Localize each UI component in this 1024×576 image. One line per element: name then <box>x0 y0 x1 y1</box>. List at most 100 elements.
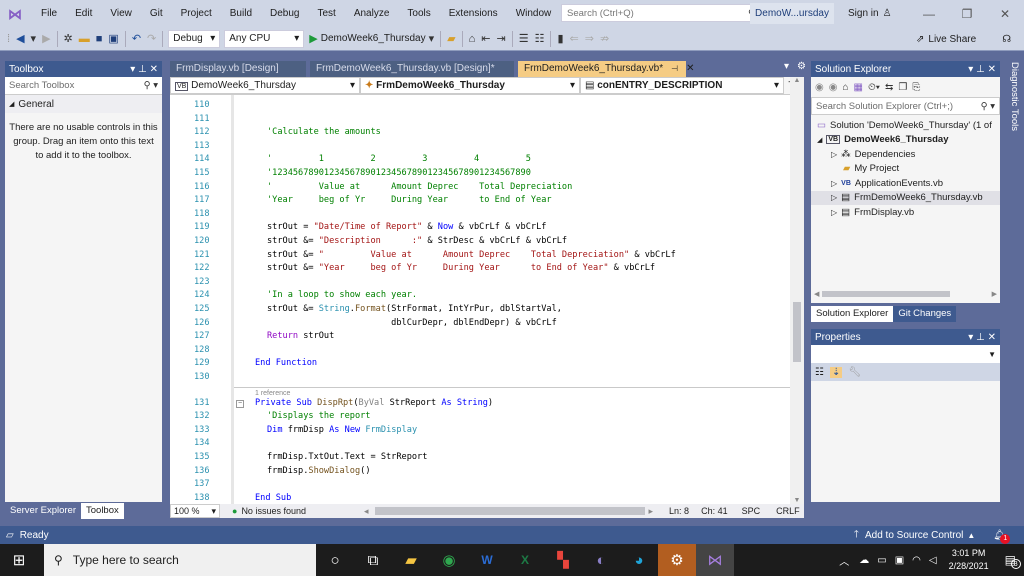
add-to-source-control-button[interactable]: Add to Source Control <box>865 530 963 541</box>
dropdown-icon[interactable]: ▾ <box>968 64 973 75</box>
start-icon[interactable]: ▶ <box>306 27 320 51</box>
back-icon[interactable]: ◉ <box>815 82 824 93</box>
tab-frmdemoweek6-code[interactable]: FrmDemoWeek6_Thursday.vb* ⊣ ✕ <box>518 61 694 77</box>
code-line[interactable]: dblCurDepr, dblEndDepr) & vbCrLf <box>267 318 557 328</box>
restore-button[interactable]: ❐ <box>948 0 986 27</box>
file-explorer-icon[interactable]: ▰ <box>392 544 430 576</box>
code-line[interactable]: 'Year beg of Yr During Year to End of Ye… <box>267 195 552 205</box>
bookmark-icon[interactable]: ▮ <box>554 27 566 51</box>
forward-icon[interactable]: ▶ <box>39 27 53 51</box>
tab-toolbox[interactable]: Toolbox <box>81 503 124 519</box>
code-line[interactable]: Private Sub DispRpt(ByVal StrReport As S… <box>255 398 493 408</box>
solution-name-badge[interactable]: DemoW...ursday <box>750 3 834 24</box>
word-icon[interactable]: W <box>468 544 506 576</box>
close-icon[interactable]: ✕ <box>988 332 996 343</box>
editor-vertical-scrollbar[interactable]: ▲ ▼ <box>790 77 804 504</box>
code-line[interactable]: strOut &= "Description :" & StrDesc & vb… <box>267 236 567 246</box>
dropdown-icon[interactable]: ▾ <box>130 64 135 75</box>
undo-icon[interactable]: ↶ <box>129 27 144 51</box>
code-editor[interactable]: 110 111 112 113 114 115 116 117 118 119 120 121 122 1… <box>170 95 790 504</box>
tree-item-dependencies[interactable]: ▷ ⁂ Dependencies <box>811 147 1000 162</box>
pending-changes-icon[interactable]: ⏲▾ <box>868 82 880 93</box>
show-hidden-icons[interactable]: ︿ <box>833 553 855 568</box>
object-select[interactable]: ▼ <box>811 345 1000 363</box>
scroll-left-icon[interactable]: ◀ <box>811 290 822 298</box>
menu-git[interactable]: Git <box>141 0 172 27</box>
home-icon[interactable]: ⌂ <box>466 27 479 51</box>
clear-bookmarks-icon[interactable]: ⇏ <box>597 27 612 51</box>
sync-icon[interactable]: ⇆ <box>885 82 893 93</box>
menu-window[interactable]: Window <box>507 0 561 27</box>
code-line[interactable]: 'Displays the report <box>267 411 370 421</box>
tab-frmdemoweek6-design[interactable]: FrmDemoWeek6_Thursday.vb [Design]* <box>310 61 514 77</box>
menu-tools[interactable]: Tools <box>398 0 439 27</box>
menu-debug[interactable]: Debug <box>261 0 308 27</box>
save-icon[interactable]: ■ <box>93 27 106 51</box>
open-folder-icon[interactable]: ▬ <box>76 27 93 51</box>
diagnostic-tools-tab[interactable]: Diagnostic Tools <box>1000 58 1020 218</box>
dropdown-icon[interactable]: ▾ <box>968 332 973 343</box>
property-pages-icon[interactable]: 🔧︎ <box>848 367 861 378</box>
tree-item-application-events[interactable]: ▷ VB ApplicationEvents.vb <box>811 176 1000 191</box>
wifi-icon[interactable]: ◠ <box>908 555 925 566</box>
excel-icon[interactable]: X <box>506 544 544 576</box>
indent-icon[interactable]: ⇥ <box>493 27 508 51</box>
volume-icon[interactable]: ◁ <box>925 555 941 566</box>
notifications-bell-icon[interactable]: 🔔︎ 1 <box>993 530 1011 544</box>
code-line[interactable]: End Sub <box>255 493 291 503</box>
chrome-icon[interactable]: ◉ <box>430 544 468 576</box>
code-line[interactable]: 'Calculate the amounts <box>267 127 381 137</box>
feedback-icon[interactable]: ☊ <box>1002 34 1011 45</box>
save-all-icon[interactable]: ▣ <box>105 27 121 51</box>
tree-item-frmdemoweek6[interactable]: ▷ ▤ FrmDemoWeek6_Thursday.vb <box>811 190 1000 205</box>
switch-views-icon[interactable]: ▦ <box>854 82 863 93</box>
pin-icon[interactable]: ⊥ <box>976 332 985 343</box>
tree-item-frmdisplay[interactable]: ▷ ▤ FrmDisplay.vb <box>811 205 1000 220</box>
comment-icon[interactable]: ☰ <box>516 27 532 51</box>
scroll-left-icon[interactable]: ◂ <box>364 506 369 517</box>
code-line[interactable]: strOut &= " Value at Amount Deprec Total… <box>267 250 676 260</box>
menu-test[interactable]: Test <box>308 0 344 27</box>
tab-list-icon[interactable]: ▾ <box>780 61 793 77</box>
project-select[interactable]: VB DemoWeek6_Thursday ▾ <box>170 77 360 94</box>
dropdown-arrow-icon[interactable]: ▾ <box>28 27 40 51</box>
code-line[interactable]: strOut = "Date/Time of Report" & Now & v… <box>267 222 546 232</box>
code-line[interactable]: frmDisp.TxtOut.Text = StrReport <box>267 452 427 462</box>
zoom-select[interactable]: 100 % ▾ <box>170 504 220 518</box>
chevron-down-icon[interactable]: ▾ <box>426 27 438 51</box>
quick-search-input[interactable]: Search (Ctrl+Q) ⚲ <box>561 4 761 22</box>
tab-server-explorer[interactable]: Server Explorer <box>5 503 81 519</box>
pin-icon[interactable]: ⊣ <box>671 61 678 77</box>
toolbox-search-input[interactable]: Search Toolbox ⚲ ▾ <box>5 77 162 95</box>
code-line[interactable]: strOut &= "Year beg of Yr During Year to… <box>267 263 655 273</box>
class-select[interactable]: ✦ FrmDemoWeek6_Thursday ▾ <box>360 77 580 94</box>
spacing-indicator[interactable]: SPC <box>742 506 761 516</box>
menu-view[interactable]: View <box>101 0 141 27</box>
settings-icon[interactable]: ⚙ <box>793 61 810 77</box>
code-line[interactable]: Return strOut <box>267 331 334 341</box>
browse-icon[interactable]: ▰ <box>444 27 458 51</box>
edge-icon[interactable]: ◕ <box>620 544 658 576</box>
categorized-icon[interactable]: ☷ <box>815 367 824 378</box>
scrollbar-thumb[interactable] <box>793 302 801 362</box>
home-icon[interactable]: ⌂ <box>842 82 848 93</box>
battery-icon[interactable]: ▭ <box>873 555 890 566</box>
menu-analyze[interactable]: Analyze <box>345 0 399 27</box>
settings-app-icon[interactable]: ⚙ <box>658 544 696 576</box>
tree-item-solution[interactable]: ▭ Solution 'DemoWeek6_Thursday' (1 of <box>811 118 1000 133</box>
code-line[interactable]: 'In a loop to show each year. <box>267 290 417 300</box>
menu-project[interactable]: Project <box>172 0 221 27</box>
sign-in-button[interactable]: Sign in ♙ <box>848 0 892 27</box>
pin-icon[interactable]: ⊥ <box>138 64 147 75</box>
platform-select[interactable]: Any CPU ▾ <box>224 29 305 48</box>
menu-extensions[interactable]: Extensions <box>440 0 507 27</box>
scroll-right-icon[interactable]: ▶ <box>989 290 1000 298</box>
show-all-files-icon[interactable]: ⎘ <box>912 82 920 93</box>
menu-build[interactable]: Build <box>221 0 261 27</box>
uncomment-icon[interactable]: ☷ <box>532 27 548 51</box>
scroll-down-icon[interactable]: ▼ <box>790 497 804 504</box>
configuration-select[interactable]: Debug ▾ <box>168 29 221 48</box>
collapse-toggle-icon[interactable]: − <box>236 399 244 408</box>
eclipse-icon[interactable]: ◐ <box>582 544 620 576</box>
solution-search-input[interactable]: Search Solution Explorer (Ctrl+;) ⚲ ▾ <box>811 97 1000 115</box>
